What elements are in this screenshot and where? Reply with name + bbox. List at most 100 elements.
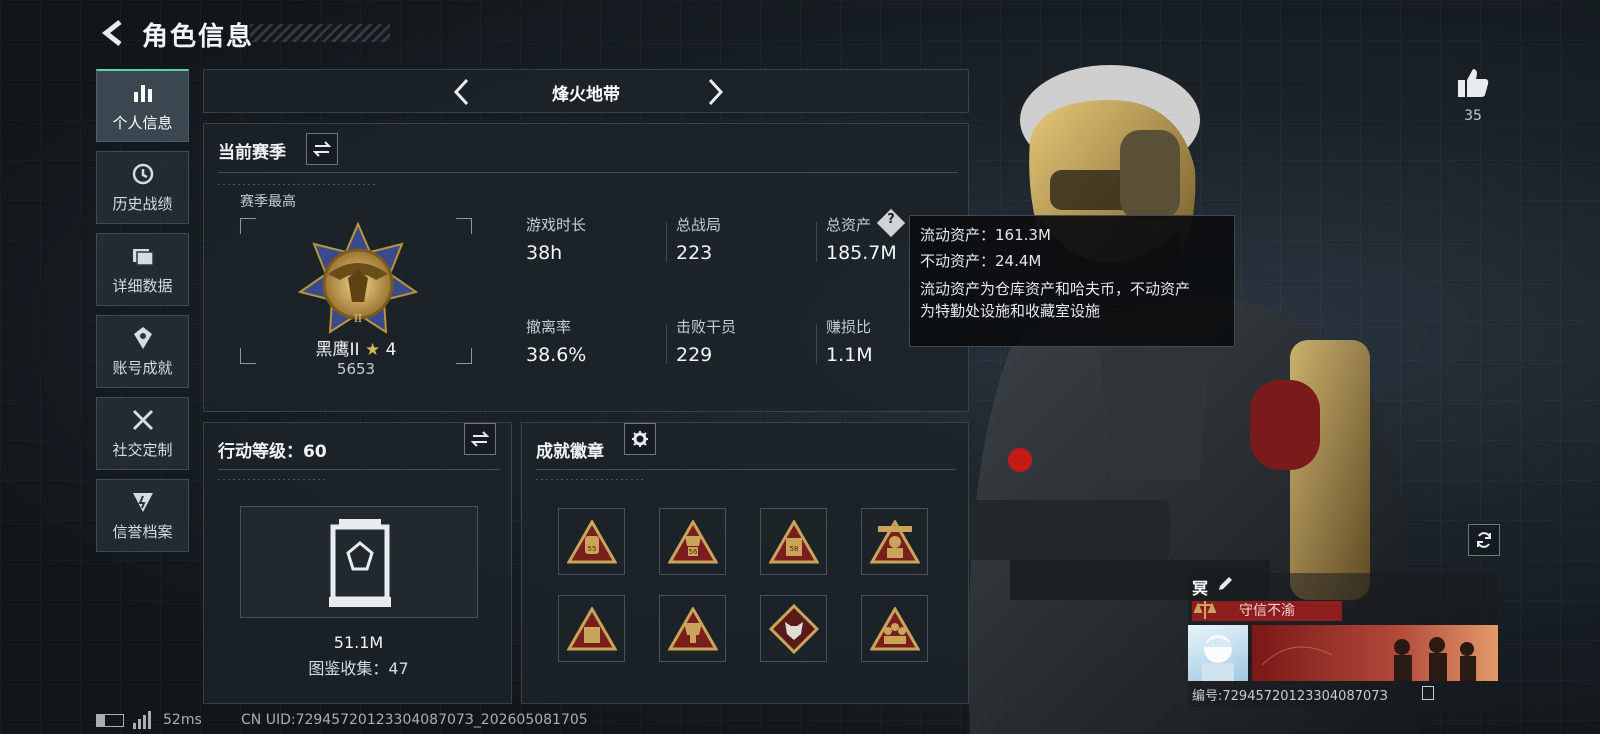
question-icon: ? [887, 212, 895, 227]
like-button[interactable] [1455, 65, 1491, 101]
stat-value: 229 [676, 344, 713, 366]
thumbs-up-icon [1458, 69, 1489, 97]
collection-value: 51.1M [333, 633, 384, 652]
folder-icon [132, 249, 154, 266]
rotate-model-button[interactable] [1468, 524, 1500, 556]
sidebar-item-label: 社交定制 [112, 441, 173, 459]
divider [218, 469, 500, 470]
ping-value: 52ms [163, 712, 202, 728]
copy-id-button[interactable] [1422, 686, 1434, 700]
sidebar-item-social-custom[interactable]: 社交定制 [96, 397, 189, 470]
season-panel: 当前赛季 赛季最高 II 黑鹰II ★ 4 5653 游戏时长 38h 总战局 … [203, 123, 969, 412]
badge-slot[interactable] [861, 595, 928, 662]
collection-showcase[interactable] [240, 506, 478, 618]
stat-value: 1.1M [826, 344, 873, 366]
badge-number: 56 [688, 548, 697, 556]
chevron-right-icon [708, 78, 724, 106]
back-button[interactable] [96, 16, 130, 50]
profile-card: 冥 守信不渝 编号:7294572012330408707З [1188, 573, 1498, 707]
sidebar-item-label: 个人信息 [112, 113, 173, 132]
swap-arrows-icon [313, 141, 331, 157]
sidebar-item-label: 历史战绩 [112, 195, 173, 213]
squad-badge-icon [869, 606, 920, 650]
pencil-icon [1219, 577, 1232, 590]
title-decoration [250, 24, 390, 42]
history-clock-icon [132, 163, 153, 185]
squad-banner-image [1261, 637, 1476, 681]
rank-emblem-icon: II [298, 222, 418, 334]
divider [536, 469, 956, 470]
banner-card[interactable] [1252, 625, 1498, 681]
divider [218, 172, 958, 173]
rank-stars: 4 [385, 340, 397, 360]
divider [816, 324, 817, 364]
badges-title: 成就徽章 [536, 442, 604, 462]
bar-chart-icon [133, 84, 152, 102]
stat-label: 总资产 [826, 216, 872, 234]
tooltip-description: 流动资产为仓库资产和哈夫币，不动资产 [920, 280, 1191, 298]
page-title: 角色信息 [142, 22, 255, 52]
badge-slot[interactable]: 55 [558, 508, 625, 575]
svg-text:II: II [354, 314, 362, 325]
star-icon: ★ [364, 340, 381, 360]
badge-slot[interactable] [659, 595, 726, 662]
badge-slot[interactable]: 56 [659, 508, 726, 575]
card-58-badge-icon: 58 [768, 519, 819, 563]
wolf-badge-icon [768, 603, 819, 654]
badge-number: 58 [789, 545, 798, 553]
stat-label: 撤离率 [526, 318, 572, 336]
sidebar-item-history[interactable]: 历史战绩 [96, 151, 189, 224]
achievement-badges-panel: 成就徽章 55 56 58 [521, 422, 969, 704]
tooltip-description: 为特勤处设施和收藏室设施 [920, 302, 1101, 320]
stat-value: 223 [676, 242, 713, 264]
badge-slot[interactable]: 58 [760, 508, 827, 575]
next-mode-button[interactable] [700, 76, 730, 108]
divider [218, 479, 328, 480]
stat-label: 击败干员 [676, 318, 737, 336]
divider [666, 324, 667, 364]
badge-number: 55 [587, 545, 596, 553]
rank-name-row: 黑鹰II ★ 4 [240, 335, 472, 360]
sidebar-item-label: 信誉档案 [112, 523, 173, 541]
season-switch-button[interactable] [306, 133, 338, 165]
avatar-portrait [1202, 635, 1234, 681]
sidebar-item-achievements[interactable]: 账号成就 [96, 315, 189, 388]
battery-icon [96, 714, 124, 727]
badge-settings-button[interactable] [624, 423, 656, 455]
stat-value: 38h [526, 242, 563, 264]
action-level-panel: 行动等级：60 51.1M 图鉴收集：47 [203, 422, 512, 704]
trophy-badge-icon [667, 606, 718, 650]
stat-value: 38.6% [526, 344, 587, 366]
action-level-title: 行动等级：60 [218, 442, 327, 462]
edit-name-button[interactable] [1216, 575, 1236, 595]
player-name: 冥 [1192, 579, 1209, 598]
sidebar-item-credit[interactable]: 信誉档案 [96, 479, 189, 552]
level-switch-button[interactable] [464, 423, 496, 455]
stat-label: 游戏时长 [526, 216, 587, 234]
badge-slot[interactable] [861, 508, 928, 575]
tools-icon [132, 409, 153, 431]
badge-slot[interactable] [760, 595, 827, 662]
refresh-icon [1477, 532, 1491, 548]
achievement-medal-icon [133, 327, 152, 349]
mode-name: 烽火地带 [552, 85, 620, 105]
stat-label: 赚损比 [826, 318, 872, 336]
credit-shield-icon [132, 493, 153, 512]
frame-corner [240, 218, 256, 234]
uid-text: CN UID:7294572012330408707З_202605081705 [241, 712, 588, 728]
player-id: 编号:7294572012330408707З [1192, 689, 1388, 704]
sidebar-item-label: 账号成就 [112, 359, 173, 377]
frame-corner [456, 218, 472, 234]
sidebar-item-personal-info[interactable]: 个人信息 [96, 69, 189, 142]
signal-bars-icon [133, 711, 151, 729]
box-badge-icon [566, 606, 617, 650]
sidebar-item-label: 详细数据 [112, 277, 173, 295]
badge-slot[interactable] [558, 595, 625, 662]
scale-badge-icon [1194, 601, 1216, 619]
collection-count: 图鉴收集：47 [308, 659, 409, 678]
avatar[interactable] [1188, 625, 1248, 681]
soldier-badge-icon [869, 519, 920, 563]
backpack-55-badge-icon: 55 [566, 519, 617, 563]
divider [666, 222, 667, 262]
sidebar-item-detail-data[interactable]: 详细数据 [96, 233, 189, 306]
